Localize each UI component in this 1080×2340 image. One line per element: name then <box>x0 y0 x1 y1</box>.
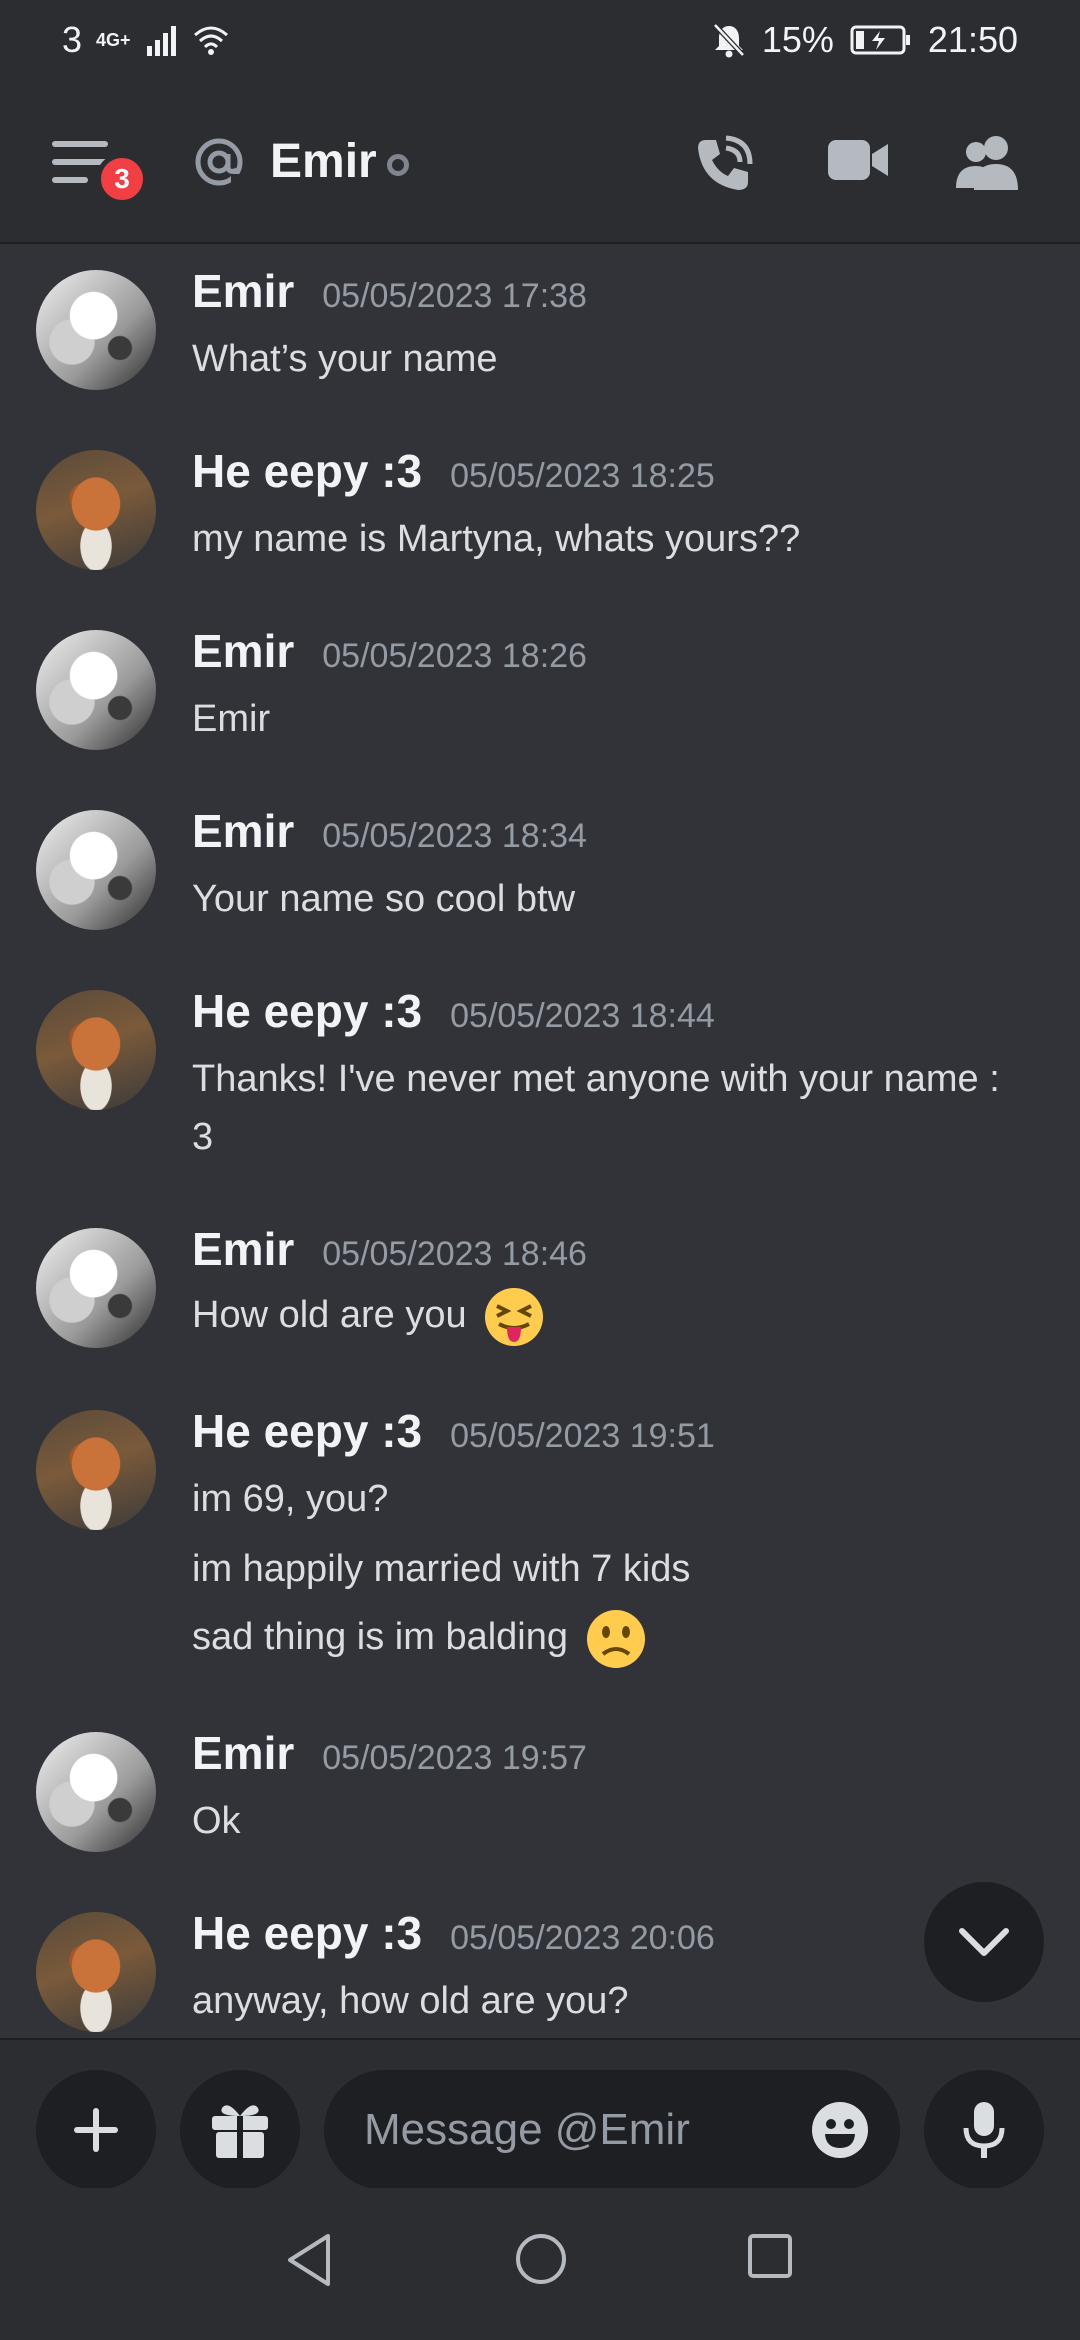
message-text: Thanks! I've never met anyone with your … <box>192 1058 1000 1100</box>
message-author[interactable]: He eepy :3 <box>192 1404 422 1458</box>
recents-icon[interactable] <box>746 2232 794 2280</box>
clock: 21:50 <box>927 19 1018 60</box>
message-timestamp: 05/05/2023 18:46 <box>322 1235 587 1273</box>
sim-slot: 3 <box>62 19 83 60</box>
message-text: im 69, you? <box>192 1478 389 1520</box>
message-author[interactable]: Emir <box>192 1726 294 1780</box>
frowning-face-emoji <box>586 1610 645 1668</box>
battery-percent: 15% <box>761 19 834 60</box>
message-text: 3 <box>192 1116 214 1158</box>
message-author[interactable]: Emir <box>192 1222 294 1276</box>
message-author[interactable]: He eepy :3 <box>192 984 422 1038</box>
muted-bell-icon <box>713 23 745 58</box>
gift-button[interactable] <box>180 2070 300 2190</box>
chevron-down-icon <box>959 1928 1009 1956</box>
status-bar: 3 4G+ 15% 21:50 <box>0 0 1080 80</box>
message-text: Your name so cool btw <box>192 878 576 920</box>
members-icon[interactable] <box>954 132 1022 192</box>
jump-to-bottom-button[interactable] <box>924 1882 1044 2002</box>
avatar[interactable] <box>36 450 156 570</box>
message-text: Emir <box>192 698 271 740</box>
plus-icon <box>74 2108 118 2152</box>
message-author[interactable]: Emir <box>192 624 294 678</box>
microphone-icon <box>963 2102 1005 2158</box>
avatar[interactable] <box>36 270 156 390</box>
squinting-tongue-emoji <box>485 1288 544 1346</box>
add-attachment-button[interactable] <box>36 2070 156 2190</box>
message-author[interactable]: Emir <box>192 804 294 858</box>
avatar[interactable] <box>36 1410 156 1530</box>
message-list[interactable]: Emir 05/05/2023 17:38 What’s your name H… <box>0 246 1080 2036</box>
message-timestamp: 05/05/2023 20:06 <box>450 1919 715 1957</box>
message-timestamp: 05/05/2023 19:57 <box>322 1739 587 1777</box>
gift-icon <box>212 2105 268 2158</box>
message-text: sad thing is im balding <box>192 1616 568 1659</box>
avatar[interactable] <box>36 810 156 930</box>
wifi-icon <box>193 26 228 55</box>
avatar[interactable] <box>36 1912 156 2032</box>
message-text: my name is Martyna, whats yours?? <box>192 518 801 560</box>
message-input[interactable] <box>364 2105 784 2155</box>
home-icon[interactable] <box>514 2232 568 2286</box>
video-call-icon[interactable] <box>826 132 892 188</box>
message-author[interactable]: He eepy :3 <box>192 1906 422 1960</box>
message-text: anyway, how old are you? <box>192 1980 629 2022</box>
avatar[interactable] <box>36 1732 156 1852</box>
network-type: 4G+ <box>96 29 131 50</box>
message-input-wrapper <box>324 2070 900 2190</box>
avatar[interactable] <box>36 990 156 1110</box>
message-timestamp: 05/05/2023 18:44 <box>450 997 715 1035</box>
message-timestamp: 05/05/2023 18:26 <box>322 637 587 675</box>
back-icon[interactable] <box>284 2232 334 2288</box>
phone-call-icon[interactable] <box>692 132 756 196</box>
message-author[interactable]: He eepy :3 <box>192 444 422 498</box>
message-author[interactable]: Emir <box>192 264 294 318</box>
channel-header: 3 Emir <box>0 80 1080 244</box>
message-timestamp: 05/05/2023 18:25 <box>450 457 715 495</box>
signal-icon <box>146 26 176 56</box>
message-timestamp: 05/05/2023 17:38 <box>322 277 587 315</box>
system-navigation-bar <box>0 2188 1080 2340</box>
battery-charging-icon <box>850 25 910 55</box>
avatar[interactable] <box>36 630 156 750</box>
message-text: Ok <box>192 1800 241 1842</box>
message-timestamp: 05/05/2023 18:34 <box>322 817 587 855</box>
avatar[interactable] <box>36 1228 156 1348</box>
notification-badge: 3 <box>96 153 148 205</box>
offline-status-icon <box>387 154 409 176</box>
message-text: im happily married with 7 kids <box>192 1548 691 1590</box>
message-text: What’s your name <box>192 338 498 380</box>
dm-title[interactable]: Emir <box>270 134 377 189</box>
message-timestamp: 05/05/2023 19:51 <box>450 1417 715 1455</box>
message-composer <box>0 2038 1080 2190</box>
voice-message-button[interactable] <box>924 2070 1044 2190</box>
message-text: How old are you <box>192 1294 467 1337</box>
at-icon <box>195 138 245 188</box>
emoji-picker-icon[interactable] <box>810 2100 870 2160</box>
